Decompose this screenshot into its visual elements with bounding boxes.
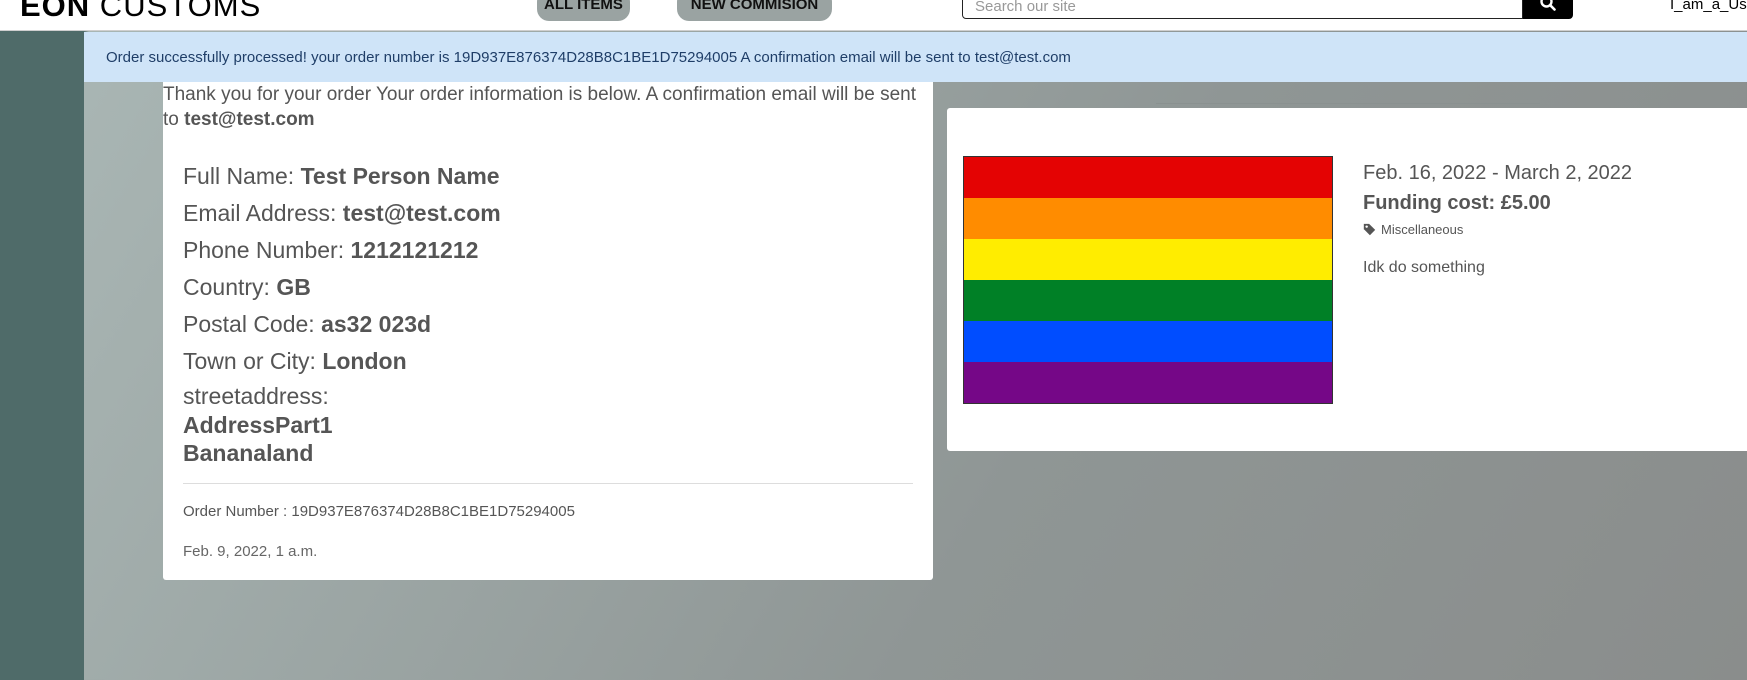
alert-message: Order successfully processed! your order… (106, 49, 1071, 66)
order-info-list: Full Name: Test Person Name Email Addres… (183, 158, 923, 467)
order-date: Feb. 9, 2022, 1 a.m. (183, 543, 318, 560)
order-summary-card: Thank you for your order Your order info… (163, 82, 933, 580)
flag-stripe (964, 280, 1332, 321)
order-number: Order Number : 19D937E876374D28B8C1BE1D7… (183, 503, 575, 520)
flag-stripe (964, 362, 1332, 403)
tag-icon (1363, 223, 1376, 236)
divider (1156, 103, 1540, 104)
country-row: Country: GB (183, 274, 311, 300)
product-card: Feb. 16, 2022 - March 2, 2022 Funding co… (947, 108, 1747, 451)
postal-code-row: Postal Code: as32 023d (183, 311, 432, 337)
product-details: Feb. 16, 2022 - March 2, 2022 Funding co… (1363, 160, 1733, 277)
town-city-row: Town or City: London (183, 348, 407, 374)
funding-cost: Funding cost: £5.00 (1363, 192, 1551, 214)
full-name-row: Full Name: Test Person Name (183, 163, 500, 189)
search-input[interactable]: Search our site (962, 0, 1523, 19)
phone-row: Phone Number: 1212121212 (183, 237, 479, 263)
nav-all-items-button[interactable]: ALL ITEMS (537, 0, 630, 21)
email-row: Email Address: test@test.com (183, 200, 501, 226)
flag-stripe (964, 239, 1332, 280)
thank-you-message: Thank you for your order Your order info… (163, 84, 916, 130)
success-alert: Order successfully processed! your order… (84, 32, 1747, 82)
product-description: Idk do something (1363, 259, 1485, 276)
nav-new-commission-button[interactable]: NEW COMMISION (677, 0, 832, 21)
street-address-line: Bananaland (183, 440, 314, 466)
category-tag[interactable]: Miscellaneous (1363, 222, 1733, 237)
site-header: EON CUSTOMS ALL ITEMS NEW COMMISION Sear… (0, 0, 1747, 31)
page-left-strip (0, 31, 84, 680)
street-address-line: AddressPart1 (183, 412, 333, 438)
confirmation-email: test@test.com (184, 109, 315, 130)
site-logo[interactable]: EON CUSTOMS (20, 0, 261, 24)
flag-stripe (964, 157, 1332, 198)
category-label: Miscellaneous (1381, 222, 1464, 237)
search-icon (1540, 0, 1556, 11)
street-address-label: streetaddress: (183, 383, 329, 409)
search-button[interactable] (1523, 0, 1573, 19)
divider (183, 483, 913, 484)
user-account-link[interactable]: I_am_a_User (1670, 0, 1747, 13)
flag-stripe (964, 321, 1332, 362)
flag-stripe (964, 198, 1332, 239)
funding-dates: Feb. 16, 2022 - March 2, 2022 (1363, 162, 1633, 184)
product-image[interactable] (963, 156, 1333, 404)
